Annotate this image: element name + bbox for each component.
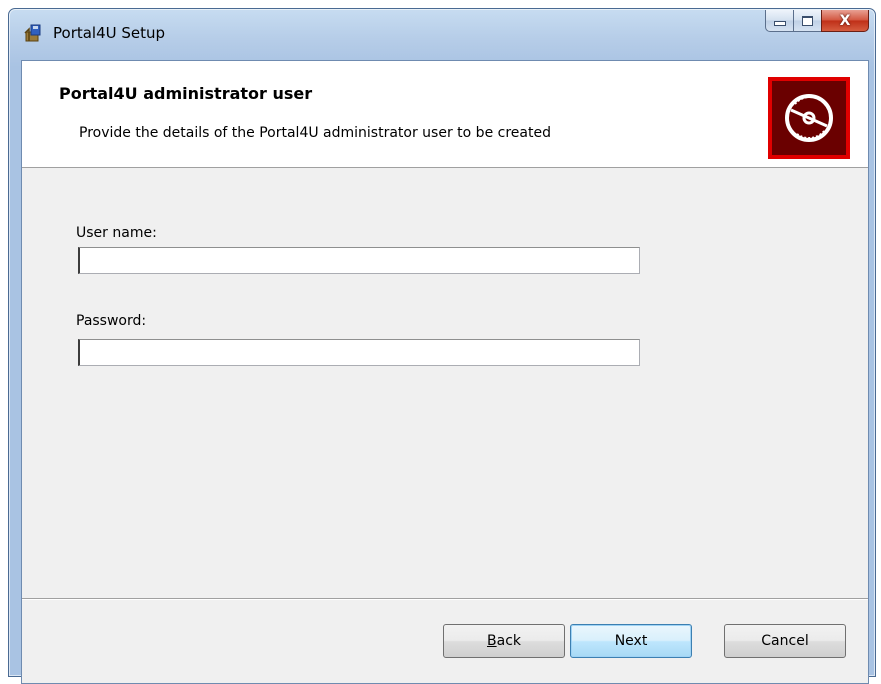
setup-window: Portal4U Setup X Portal4U administrator … xyxy=(8,8,876,684)
close-button[interactable]: X xyxy=(821,10,869,32)
minimize-button[interactable] xyxy=(765,10,793,32)
username-input[interactable] xyxy=(78,247,640,274)
banner-logo xyxy=(768,77,850,159)
maximize-icon xyxy=(802,15,813,26)
username-label: User name: xyxy=(76,225,157,241)
title-bar[interactable]: Portal4U Setup X xyxy=(9,9,875,51)
page-description: Provide the details of the Portal4U admi… xyxy=(79,125,551,141)
back-label-rest: ack xyxy=(496,633,521,649)
cancel-label: Cancel xyxy=(761,633,809,649)
next-label: Next xyxy=(614,633,648,649)
password-label: Password: xyxy=(76,313,147,329)
cancel-button[interactable]: Cancel xyxy=(724,624,846,658)
back-button[interactable]: Back xyxy=(443,624,565,658)
back-mnemonic: B xyxy=(487,633,497,649)
button-separator xyxy=(22,598,868,600)
next-button[interactable]: Next xyxy=(570,624,692,658)
password-input[interactable] xyxy=(78,339,640,366)
window-title: Portal4U Setup xyxy=(53,24,166,42)
header-banner: Portal4U administrator user Provide the … xyxy=(22,61,868,168)
dialog-client-area: Portal4U administrator user Provide the … xyxy=(21,60,869,684)
page-title: Portal4U administrator user xyxy=(59,84,313,103)
caption-buttons: X xyxy=(765,10,869,34)
minimize-icon xyxy=(773,21,786,26)
maximize-button[interactable] xyxy=(793,10,821,32)
disc-icon xyxy=(785,94,833,142)
setup-package-icon xyxy=(23,23,43,43)
close-icon: X xyxy=(839,12,851,29)
